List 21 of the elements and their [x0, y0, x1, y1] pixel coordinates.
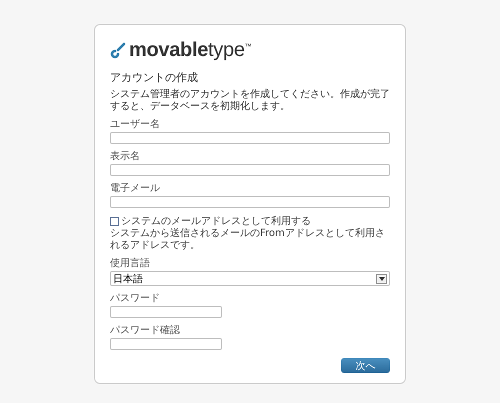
page-title: アカウントの作成	[110, 70, 199, 85]
field-label: 表示名	[110, 150, 141, 163]
checkbox[interactable]	[110, 216, 119, 226]
hint-text: システムから送信されるメールのFromアドレスとして利用されるアドレスです。	[110, 228, 386, 251]
description: システム管理者のアカウントを作成してください。作成が完了すると、データベースを初期化します。	[110, 89, 390, 112]
field-label: 電子メール	[110, 182, 161, 195]
field-label: パスワード確認	[110, 324, 181, 337]
next-button[interactable]: 次へ	[341, 358, 390, 373]
wrench-icon	[110, 42, 126, 60]
checkbox-label: システムのメールアドレスとして利用する	[121, 214, 311, 228]
language-select[interactable]: 日本語	[110, 271, 390, 286]
field-label: 使用言語	[110, 256, 151, 270]
field-label: ユーザー名	[110, 118, 161, 131]
input-field[interactable]	[110, 132, 390, 144]
input-field[interactable]	[110, 306, 222, 318]
input-field[interactable]	[110, 196, 390, 208]
input-field[interactable]	[110, 164, 390, 176]
field-label: パスワード	[110, 292, 161, 305]
chevron-down-icon	[376, 274, 387, 284]
logo-text: movabletype$^{™}$	[129, 39, 252, 62]
input-field[interactable]	[110, 338, 222, 350]
